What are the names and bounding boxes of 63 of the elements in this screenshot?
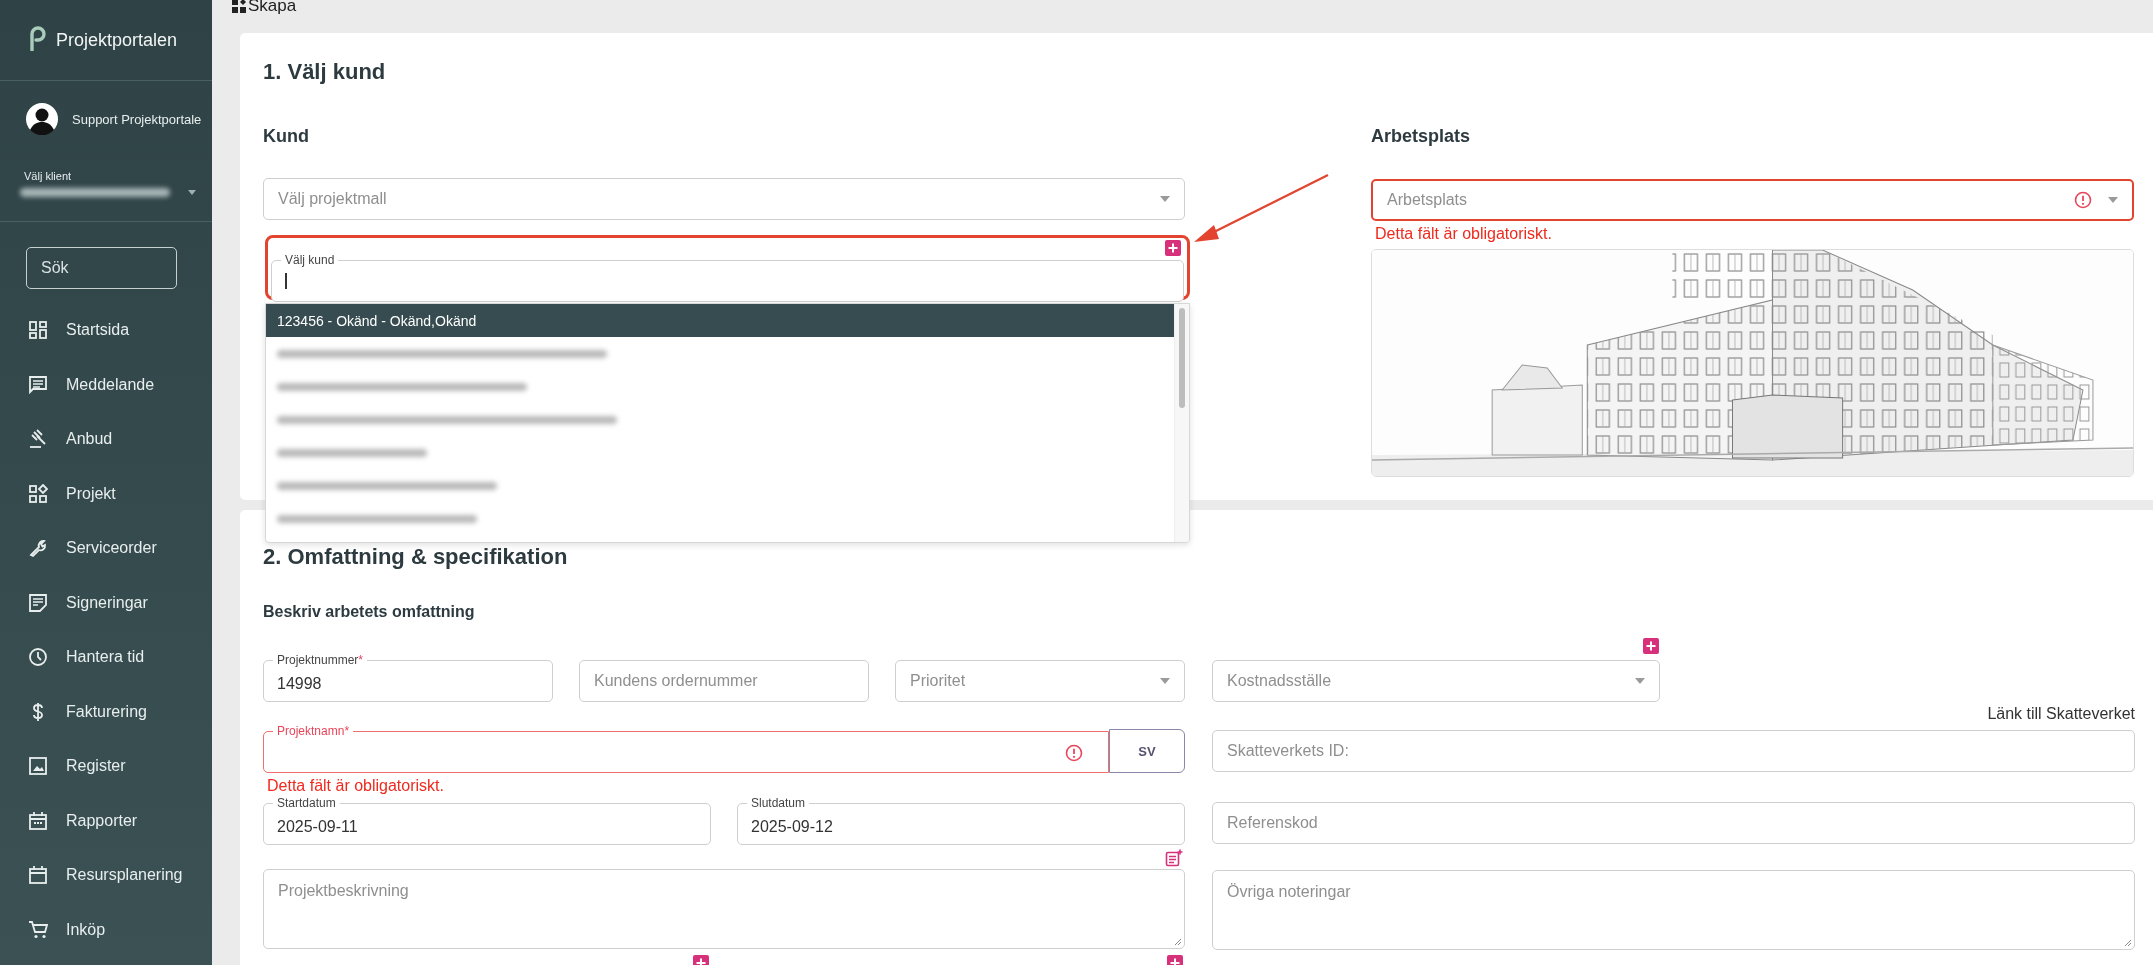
dropdown-option[interactable]: 123456 - Okänd - Okänd,Okänd — [266, 304, 1174, 337]
section-subtitle: Beskriv arbetets omfattning — [263, 602, 476, 622]
add-icon[interactable] — [1643, 638, 1659, 654]
input-field[interactable]: Projektnamn* — [263, 724, 1109, 773]
field-label: Projektnamn* — [273, 724, 354, 738]
resize-grip-icon[interactable] — [2124, 939, 2132, 947]
caret-icon[interactable] — [188, 190, 196, 195]
widgets-icon — [28, 483, 48, 504]
document-icon — [28, 592, 48, 613]
section-title: 2. Omfattning & specifikation — [263, 543, 569, 571]
search-field[interactable]: Sök — [26, 247, 177, 289]
caret-icon — [1160, 196, 1170, 202]
note-add-icon[interactable] — [1165, 849, 1183, 867]
caret-icon — [1160, 678, 1170, 684]
input-field[interactable]: Välj kund — [271, 253, 1184, 302]
clock-icon — [28, 647, 48, 668]
section-heading: Arbetsplats — [1371, 125, 1472, 147]
field-label: Startdatum — [273, 796, 340, 810]
user-name: Support Projektportale — [72, 111, 202, 127]
field-label: Välj kund — [281, 253, 339, 267]
nav-item[interactable]: Rapporter — [0, 793, 212, 848]
avatar-icon — [26, 103, 58, 135]
nav-item[interactable]: Startsida — [0, 303, 212, 358]
gavel-icon — [28, 429, 48, 450]
field-label: Slutdatum — [747, 796, 810, 810]
nav-item[interactable]: Fakturering — [0, 684, 212, 739]
calendar-icon — [28, 865, 48, 886]
language-button[interactable]: SV — [1109, 729, 1185, 773]
nav-item[interactable]: Hantera tid — [0, 630, 212, 685]
nav-item[interactable]: Signeringar — [0, 575, 212, 630]
nav-item[interactable]: Register — [0, 739, 212, 794]
nav-item[interactable]: Serviceorder — [0, 521, 212, 576]
message-icon — [28, 374, 48, 395]
nav-item[interactable]: Meddelande — [0, 357, 212, 412]
nav-item[interactable]: Anbud — [0, 412, 212, 467]
image-icon — [28, 756, 48, 777]
section-title: 1. Välj kund — [263, 58, 387, 86]
brand-name: Projektportalen — [56, 29, 178, 51]
scrollbar[interactable] — [1174, 304, 1189, 542]
nav-item[interactable]: Projekt — [0, 466, 212, 521]
input-field[interactable]: Startdatum 2025-09-11 — [263, 796, 711, 845]
warning-icon — [2074, 191, 2092, 209]
section-heading: Kund — [263, 125, 310, 147]
caret-icon — [1635, 678, 1645, 684]
nav-item[interactable]: Inköp — [0, 902, 212, 957]
input-field[interactable]: Slutdatum 2025-09-12 — [737, 796, 1185, 845]
scroll-thumb[interactable] — [1179, 308, 1185, 408]
error-message: Detta fält är obligatoriskt. — [1375, 225, 1553, 243]
caret-icon — [2108, 197, 2118, 203]
calendar-icon — [28, 810, 48, 831]
wrench-icon — [28, 538, 48, 559]
cart-icon — [28, 919, 48, 940]
skatteverket-link[interactable]: Länk till Skatteverket — [1987, 704, 2135, 724]
client-label: Välj klient — [24, 170, 73, 182]
warning-icon — [1065, 743, 1083, 762]
resize-grip-icon[interactable] — [1174, 938, 1182, 946]
field-label: Projektnummer* — [273, 653, 368, 667]
dashboard-icon — [28, 320, 48, 341]
add-icon[interactable] — [1165, 240, 1181, 256]
error-message: Detta fält är obligatoriskt. — [267, 777, 445, 795]
input-field[interactable]: Projektnummer* 14998 — [263, 653, 553, 702]
nav-item[interactable]: Resursplanering — [0, 848, 212, 903]
widgets-icon — [232, 0, 246, 13]
